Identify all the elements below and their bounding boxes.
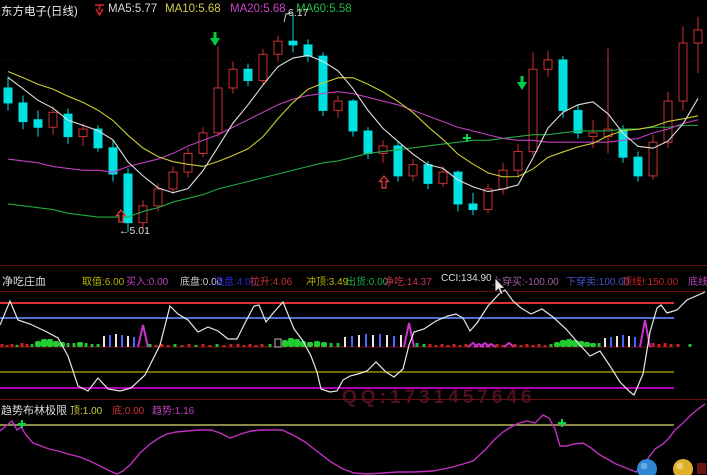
stock-title: 东方电子(日线) xyxy=(1,3,78,19)
candle xyxy=(154,189,162,206)
candle xyxy=(34,120,42,127)
green-down-arrow xyxy=(210,32,220,46)
field-xiachuan: 下穿卖:100.00 xyxy=(566,273,629,288)
field-mairu: 买入:0.00 xyxy=(126,273,168,288)
indicator1-header: 净吃庄血 取值:6.00 买入:0.00 底盘:0.00 洗盘:4.00 拉升:… xyxy=(0,273,707,287)
candle xyxy=(694,30,702,43)
candle xyxy=(559,60,567,111)
candle xyxy=(349,101,357,131)
candle xyxy=(289,41,297,45)
candle xyxy=(364,131,372,153)
field-chongding: 冲顶:3.49 xyxy=(306,273,348,288)
candle xyxy=(214,88,222,133)
indicator1-histogram xyxy=(1,320,692,347)
mouse-cursor xyxy=(494,278,507,296)
candle xyxy=(244,69,252,80)
candle xyxy=(79,129,87,136)
candle xyxy=(454,172,462,204)
field-dixian: 底线 xyxy=(688,273,707,288)
candle xyxy=(544,60,552,69)
field-jingchi: 净吃:14.37 xyxy=(384,273,432,288)
field-chuhuo: 出货:0.00 xyxy=(346,273,388,288)
ma20-value: MA20:5.68 xyxy=(230,3,286,15)
red-up-arrow xyxy=(380,176,389,188)
candle xyxy=(199,133,207,154)
candle xyxy=(574,110,582,132)
ma10-value: MA10:5.68 xyxy=(165,3,221,15)
qq-watermark: QQ:1731457646 xyxy=(342,387,536,409)
low-price-label: ←5.01 xyxy=(119,225,150,237)
field-cci: CCI:134.90 xyxy=(441,273,492,284)
candle xyxy=(634,157,642,176)
field-ding: 顶:1.00 xyxy=(70,402,102,417)
site-logo xyxy=(630,455,707,475)
candle xyxy=(274,41,282,54)
main-chart-header: 东方电子(日线) MA5:5.77 MA10:5.68 MA20:5.68 MA… xyxy=(0,3,707,18)
candle xyxy=(184,153,192,172)
candle xyxy=(499,170,507,189)
field-qushi: 趋势:1.16 xyxy=(152,402,194,417)
green-down-arrow xyxy=(517,76,527,90)
candle xyxy=(169,172,177,189)
field-di: 底:0.00 xyxy=(112,402,144,417)
stock-app-window: 东方电子(日线) MA5:5.77 MA10:5.68 MA20:5.68 MA… xyxy=(0,0,707,475)
candle xyxy=(679,43,687,101)
indicator1-title: 净吃庄血 xyxy=(2,273,46,289)
candle xyxy=(304,45,312,56)
candle xyxy=(4,88,12,103)
candle xyxy=(109,148,117,174)
candle xyxy=(259,54,267,80)
candle xyxy=(19,103,27,122)
field-quzhi: 取值:6.00 xyxy=(82,273,124,288)
candle xyxy=(424,165,432,184)
peak-price-label: 6.17 xyxy=(288,7,308,19)
candle xyxy=(334,101,342,110)
indicator2-title: 趋势布林极限 xyxy=(1,402,67,418)
field-lasheng: 拉升:4.06 xyxy=(250,273,292,288)
exright-flag-icon xyxy=(94,4,105,17)
candles-group xyxy=(4,15,702,232)
green-cross-marker xyxy=(18,420,26,428)
candle xyxy=(229,69,237,88)
candle xyxy=(469,204,477,210)
candle xyxy=(409,165,417,176)
green-cross-marker xyxy=(558,419,566,427)
candle xyxy=(514,152,522,171)
field-dingxian: 顶线!:150.00 xyxy=(622,273,678,288)
candle xyxy=(139,206,147,223)
candle xyxy=(49,112,57,127)
ma5-value: MA5:5.77 xyxy=(108,3,157,15)
candle xyxy=(439,172,447,183)
candle xyxy=(529,69,537,151)
candle xyxy=(589,133,597,137)
